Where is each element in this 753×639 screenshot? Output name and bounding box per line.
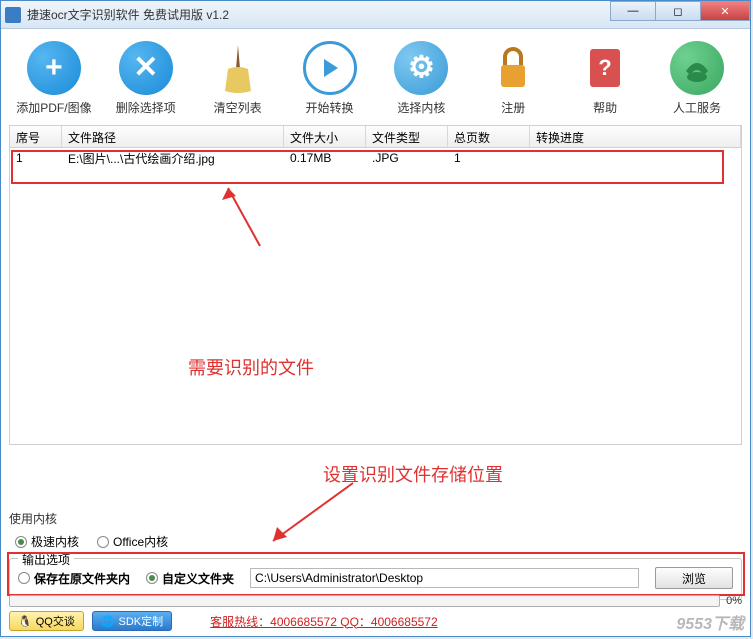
- plus-icon: +: [27, 41, 81, 95]
- save-custom-folder-radio[interactable]: 自定义文件夹: [146, 570, 234, 587]
- watermark: 9553下载: [676, 610, 744, 634]
- help-icon: ?: [578, 41, 632, 95]
- lock-icon: [486, 41, 540, 95]
- play-icon: [303, 41, 357, 95]
- save-same-folder-radio[interactable]: 保存在原文件夹内: [18, 570, 130, 587]
- qq-icon: 🐧: [18, 615, 32, 628]
- annotation-text: 需要识别的文件: [188, 354, 314, 380]
- browse-button[interactable]: 浏览: [655, 567, 733, 589]
- delete-button[interactable]: ✕ 删除选择项: [101, 41, 191, 116]
- x-icon: ✕: [119, 41, 173, 95]
- sdk-button[interactable]: 🌐SDK定制: [92, 611, 172, 631]
- table-header: 席号 文件路径 文件大小 文件类型 总页数 转换进度: [10, 126, 741, 148]
- start-button[interactable]: 开始转换: [285, 41, 375, 116]
- phone-icon: [670, 41, 724, 95]
- footer: 🐧QQ交谈 🌐SDK定制 客服热线：4006685572 QQ：40066855…: [9, 610, 742, 632]
- kernel-fast-radio[interactable]: 极速内核: [15, 533, 79, 550]
- col-index: 席号: [10, 126, 62, 147]
- col-pages: 总页数: [448, 126, 530, 147]
- annotation-text: 设置识别文件存储位置: [323, 461, 503, 487]
- col-progress: 转换进度: [530, 126, 741, 147]
- kernel-office-radio[interactable]: Office内核: [97, 533, 168, 550]
- svg-text:?: ?: [598, 55, 611, 80]
- titlebar: 捷速ocr文字识别软件 免费试用版 v1.2 — ◻ ✕: [1, 1, 750, 29]
- toolbar: + 添加PDF/图像 ✕ 删除选择项 清空列表 开始转换 ⚙ 选择内核 注册: [1, 29, 750, 121]
- window-title: 捷速ocr文字识别软件 免费试用版 v1.2: [27, 6, 229, 23]
- app-window: 捷速ocr文字识别软件 免费试用版 v1.2 — ◻ ✕ + 添加PDF/图像 …: [0, 0, 751, 637]
- broom-icon: [211, 41, 265, 95]
- help-button[interactable]: ? 帮助: [560, 41, 650, 116]
- table-row[interactable]: 1 E:\图片\...\古代绘画介绍.jpg 0.17MB .JPG 1: [10, 148, 741, 168]
- close-button[interactable]: ✕: [700, 1, 750, 21]
- file-table: 席号 文件路径 文件大小 文件类型 总页数 转换进度 1 E:\图片\...\古…: [9, 125, 742, 445]
- service-button[interactable]: 人工服务: [652, 41, 742, 116]
- output-path-input[interactable]: [250, 568, 639, 588]
- output-legend: 输出选项: [18, 551, 74, 568]
- progress-bar-row: 0%: [9, 594, 742, 608]
- progress-percent: 0%: [726, 595, 742, 607]
- gear-icon: ⚙: [394, 41, 448, 95]
- globe-icon: 🌐: [101, 615, 115, 628]
- register-button[interactable]: 注册: [468, 41, 558, 116]
- col-path: 文件路径: [62, 126, 284, 147]
- progress-bar: [9, 595, 720, 607]
- clear-button[interactable]: 清空列表: [193, 41, 283, 116]
- app-icon: [5, 7, 21, 23]
- kernel-label: 使用内核: [9, 510, 742, 527]
- kernel-button[interactable]: ⚙ 选择内核: [377, 41, 467, 116]
- maximize-button[interactable]: ◻: [655, 1, 701, 21]
- col-size: 文件大小: [284, 126, 366, 147]
- col-type: 文件类型: [366, 126, 448, 147]
- annotation-arrow-icon: [210, 182, 290, 252]
- settings-panel: 使用内核 极速内核 Office内核 输出选项 保存在原文件夹内 自定义文件夹 …: [9, 510, 742, 600]
- qq-chat-button[interactable]: 🐧QQ交谈: [9, 611, 84, 631]
- hotline-link[interactable]: 客服热线：4006685572 QQ：4006685572: [210, 613, 437, 630]
- minimize-button[interactable]: —: [610, 1, 656, 21]
- add-button[interactable]: + 添加PDF/图像: [9, 41, 99, 116]
